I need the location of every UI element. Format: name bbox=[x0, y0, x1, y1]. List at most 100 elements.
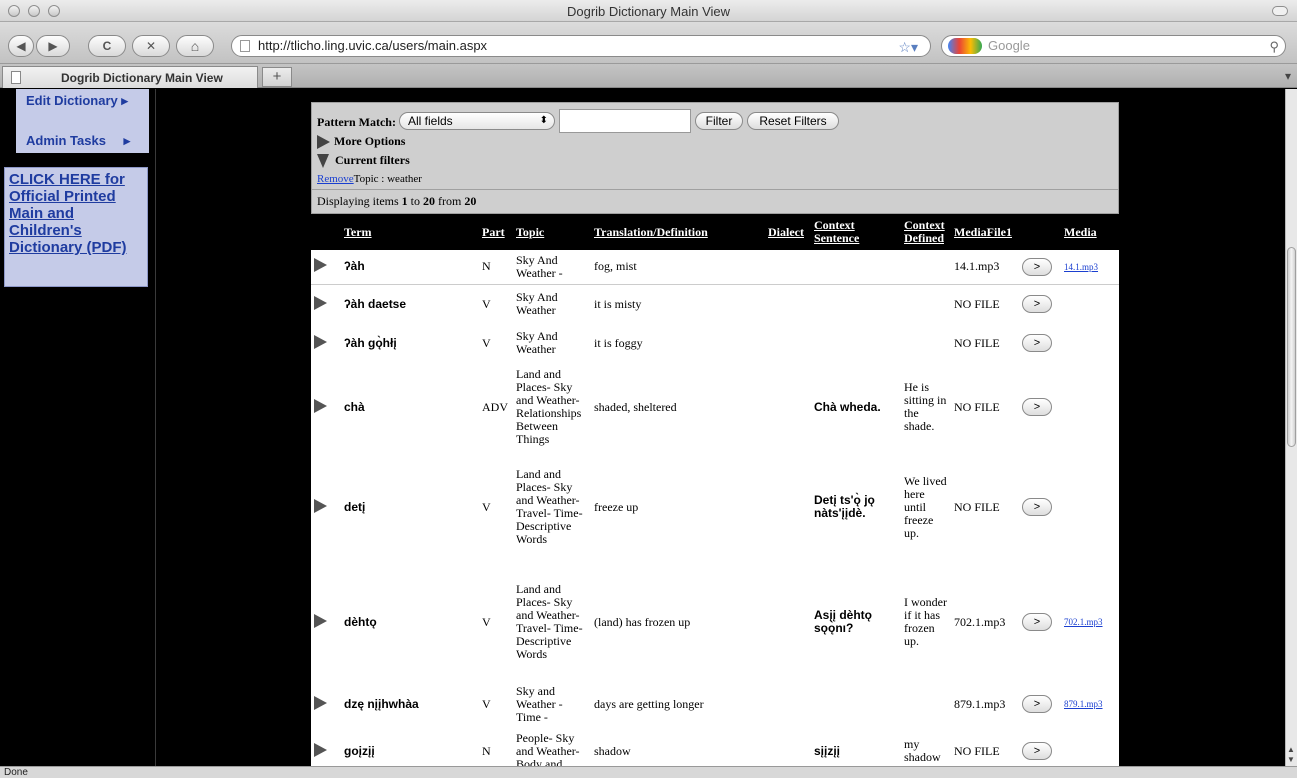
search-icon[interactable]: ⚲ bbox=[1269, 37, 1279, 57]
reload-button[interactable]: C bbox=[88, 35, 126, 57]
table-row: ʔàh N Sky And Weather - fog, mist 14.1.mp3 >1… bbox=[311, 250, 1119, 285]
current-filters-toggle[interactable]: Current filters bbox=[317, 153, 410, 168]
expand-row-icon[interactable] bbox=[314, 258, 327, 273]
scroll-down-icon[interactable]: ▼ bbox=[1287, 755, 1295, 764]
play-button[interactable]: > bbox=[1022, 695, 1052, 713]
filter-button[interactable]: Filter bbox=[695, 112, 743, 130]
translation-cell: it is foggy bbox=[594, 335, 643, 350]
play-button[interactable]: > bbox=[1022, 295, 1052, 314]
home-button[interactable]: ⌂ bbox=[176, 35, 214, 57]
part-cell: ADV bbox=[482, 399, 508, 414]
play-cell: > bbox=[1019, 324, 1061, 362]
header-media[interactable]: Media bbox=[1061, 214, 1119, 250]
header-topic[interactable]: Topic bbox=[513, 214, 591, 250]
more-options-label: More Options bbox=[334, 134, 406, 148]
media-link[interactable]: 702.1.mp3 bbox=[1064, 617, 1103, 627]
url-text: http://tlicho.ling.uvic.ca/users/main.as… bbox=[258, 38, 488, 53]
admin-tasks-menu[interactable]: Admin Tasks ▸ bbox=[26, 133, 130, 149]
mediafile-cell: NO FILE bbox=[954, 399, 1000, 414]
header-translation[interactable]: Translation/Definition bbox=[591, 214, 765, 250]
expand-row-icon[interactable] bbox=[314, 398, 327, 413]
part-cell: V bbox=[482, 696, 491, 711]
media-cell bbox=[1061, 362, 1119, 452]
vertical-scrollbar[interactable]: ▲ ▼ bbox=[1285, 89, 1297, 766]
reset-filters-button[interactable]: Reset Filters bbox=[747, 112, 839, 130]
header-part[interactable]: Part bbox=[479, 214, 513, 250]
play-cell: > bbox=[1019, 284, 1061, 324]
google-engine-icon[interactable] bbox=[948, 38, 982, 54]
expand-row-icon[interactable] bbox=[314, 498, 327, 513]
document-icon bbox=[11, 71, 21, 84]
play-cell: > bbox=[1019, 452, 1061, 562]
dictionary-table: Term Part Topic Translation/Definition D… bbox=[311, 214, 1119, 766]
expand-row-icon[interactable] bbox=[314, 334, 327, 349]
play-button[interactable]: > bbox=[1022, 498, 1052, 516]
edit-dictionary-menu[interactable]: Edit Dictionary ▸ bbox=[26, 93, 128, 109]
part-cell: N bbox=[479, 250, 513, 285]
table-row: dzę nįįhwhàa V Sky and Weather - Time - day… bbox=[311, 682, 1119, 726]
play-button[interactable]: > bbox=[1022, 334, 1052, 352]
table-row: ʔàh daetse V Sky And Weather it is misty NO … bbox=[311, 284, 1119, 324]
bookmark-star-icon[interactable]: ☆▾ bbox=[898, 37, 918, 57]
stop-button[interactable]: ✕ bbox=[132, 35, 170, 57]
play-button[interactable]: > bbox=[1022, 257, 1052, 276]
play-button[interactable]: > bbox=[1022, 613, 1052, 631]
pattern-match-select[interactable]: All fields ⬍ bbox=[399, 112, 555, 130]
active-filter-text: Topic : weather bbox=[353, 173, 422, 185]
header-context-defined[interactable]: Context Defined bbox=[901, 214, 951, 250]
forward-button[interactable]: ▶ bbox=[36, 35, 70, 57]
back-button[interactable]: ◀ bbox=[8, 35, 34, 57]
toolbar-toggle-button[interactable] bbox=[1272, 6, 1288, 16]
context-defined-cell: He is sitting in the shade. bbox=[904, 380, 947, 433]
topic-cell: Sky And Weather bbox=[516, 290, 558, 318]
topic-cell: Sky And Weather - bbox=[513, 250, 591, 285]
context-defined-cell: my shadow bbox=[904, 737, 941, 764]
context-defined-cell: We lived here until freeze up. bbox=[904, 473, 947, 540]
scroll-up-icon[interactable]: ▲ bbox=[1287, 745, 1295, 754]
media-cell: 879.1.mp3 bbox=[1061, 682, 1119, 726]
context-defined-cell bbox=[901, 324, 951, 362]
filter-area: Pattern Match: All fields ⬍ Filter Reset… bbox=[311, 102, 1119, 190]
play-button[interactable]: > bbox=[1022, 742, 1052, 760]
search-input[interactable]: Google ⚲ bbox=[941, 35, 1286, 57]
mediafile-cell: 14.1.mp3 bbox=[951, 250, 1019, 285]
row-expand-cell bbox=[311, 726, 341, 766]
tab-main-view[interactable]: Dogrib Dictionary Main View bbox=[2, 66, 258, 88]
term-cell: detį bbox=[344, 499, 366, 514]
filter-text-input[interactable] bbox=[559, 109, 691, 133]
dialect-cell bbox=[765, 324, 811, 362]
row-expand-cell bbox=[311, 452, 341, 562]
url-input[interactable]: http://tlicho.ling.uvic.ca/users/main.as… bbox=[231, 35, 931, 57]
displaying-from-word: from bbox=[435, 194, 465, 208]
pdf-dictionary-link[interactable]: CLICK HERE for Official Printed Main and… bbox=[9, 171, 127, 256]
header-term[interactable]: Term bbox=[341, 214, 479, 250]
topic-cell: Land and Places- Sky and Weather- Travel… bbox=[516, 467, 583, 546]
media-cell bbox=[1061, 324, 1119, 362]
header-dialect[interactable]: Dialect bbox=[765, 214, 811, 250]
header-context-sentence[interactable]: Context Sentence bbox=[811, 214, 901, 250]
context-sentence-cell: Chà wheda. bbox=[814, 399, 881, 414]
expand-row-icon[interactable] bbox=[314, 695, 327, 710]
row-expand-cell bbox=[311, 324, 341, 362]
translation-cell: shaded, sheltered bbox=[594, 399, 677, 414]
translation-cell: fog, mist bbox=[591, 250, 765, 285]
table-row: detį V Land and Places- Sky and Weather- T… bbox=[311, 452, 1119, 562]
remove-filter-link[interactable]: Remove bbox=[317, 173, 354, 185]
term-cell: ʔàh bbox=[341, 250, 479, 285]
more-options-toggle[interactable]: More Options bbox=[317, 134, 405, 149]
displaying-to-word: to bbox=[407, 194, 424, 208]
expand-row-icon[interactable] bbox=[314, 295, 327, 310]
media-link[interactable]: 14.1.mp3 bbox=[1064, 262, 1098, 272]
row-expand-cell bbox=[311, 562, 341, 682]
header-mediafile[interactable]: MediaFile1 bbox=[951, 214, 1019, 250]
expand-row-icon[interactable] bbox=[314, 613, 327, 628]
play-button[interactable]: > bbox=[1022, 398, 1052, 416]
expand-row-icon[interactable] bbox=[314, 742, 327, 757]
new-tab-button[interactable]: + bbox=[262, 67, 292, 87]
context-defined-cell bbox=[901, 682, 951, 726]
media-link[interactable]: 879.1.mp3 bbox=[1064, 699, 1103, 709]
tab-list-icon[interactable]: ▾ bbox=[1285, 69, 1291, 83]
part-cell: V bbox=[482, 335, 491, 350]
play-cell: > bbox=[1019, 726, 1061, 766]
scrollbar-thumb[interactable] bbox=[1287, 247, 1296, 447]
